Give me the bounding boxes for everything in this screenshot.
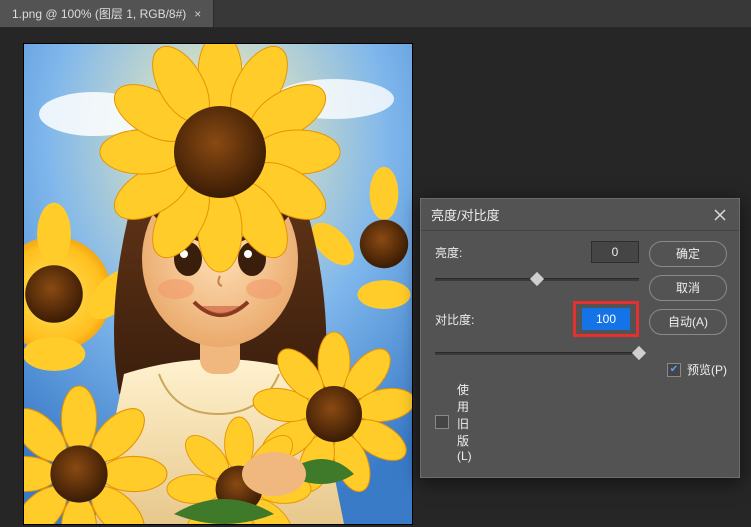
brightness-slider[interactable] — [435, 273, 639, 291]
workspace: 亮度/对比度 亮度: 0 对比度: 100 — [0, 28, 751, 527]
preview-label: 预览(P) — [687, 361, 727, 378]
tab-bar: 1.png @ 100% (图层 1, RGB/8#) × — [0, 0, 751, 28]
slider-thumb[interactable] — [530, 272, 544, 286]
contrast-input[interactable]: 100 — [582, 308, 630, 330]
canvas-image[interactable] — [24, 44, 412, 524]
artwork-illustration — [24, 44, 412, 524]
brightness-label: 亮度: — [435, 244, 583, 261]
close-icon[interactable] — [711, 206, 729, 224]
auto-button[interactable]: 自动(A) — [649, 309, 727, 335]
dialog-title: 亮度/对比度 — [431, 205, 711, 224]
dialog-titlebar[interactable]: 亮度/对比度 — [421, 199, 739, 231]
contrast-slider[interactable] — [435, 347, 639, 365]
slider-track — [435, 352, 639, 355]
cancel-button[interactable]: 取消 — [649, 275, 727, 301]
slider-thumb[interactable] — [632, 346, 646, 360]
close-icon[interactable]: × — [194, 7, 201, 21]
tab-title: 1.png @ 100% (图层 1, RGB/8#) — [12, 5, 186, 22]
ok-button[interactable]: 确定 — [649, 241, 727, 267]
contrast-label: 对比度: — [435, 311, 565, 328]
preview-checkbox[interactable] — [667, 363, 681, 377]
contrast-highlight: 100 — [573, 301, 639, 337]
legacy-checkbox[interactable] — [435, 415, 449, 429]
brightness-contrast-dialog: 亮度/对比度 亮度: 0 对比度: 100 — [420, 198, 740, 478]
document-tab[interactable]: 1.png @ 100% (图层 1, RGB/8#) × — [0, 0, 214, 27]
legacy-label: 使用旧版(L) — [457, 381, 472, 463]
brightness-input[interactable]: 0 — [591, 241, 639, 263]
